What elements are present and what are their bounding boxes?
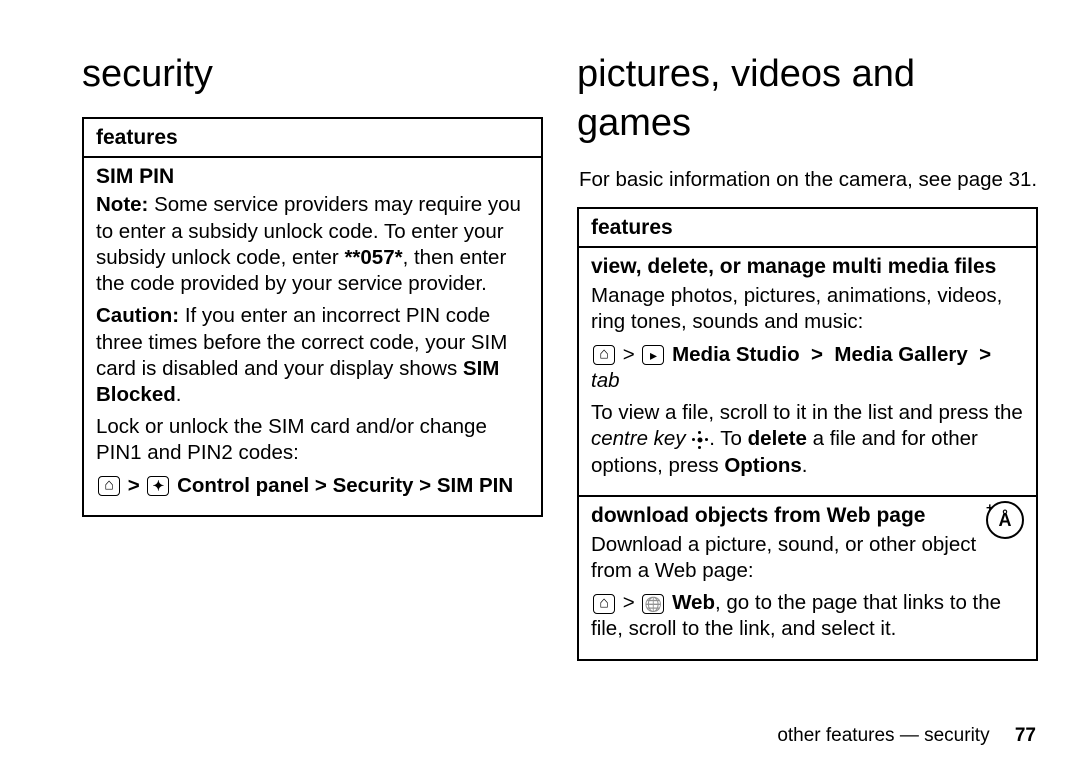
path-tab: tab: [591, 369, 620, 392]
globe-icon: [642, 594, 664, 614]
tools-icon: [147, 476, 169, 496]
body2-d: .: [802, 454, 808, 477]
sim-pin-lock-text: Lock or unlock the SIM card and/or chang…: [96, 414, 529, 466]
home-icon: [593, 345, 615, 365]
view-delete-section: view, delete, or manage multi media file…: [579, 248, 1036, 495]
body2-a: To view a file, scroll to it in the list…: [591, 401, 1023, 424]
play-icon: [642, 345, 664, 365]
path-control-panel: Control panel: [177, 474, 309, 497]
antenna-icon: +: [986, 501, 1024, 539]
note-code: **057*: [344, 246, 402, 269]
features-header-left: features: [84, 119, 541, 158]
path-media-gallery: Media Gallery: [834, 343, 967, 366]
left-column: security features SIM PIN Note: Some ser…: [82, 50, 543, 748]
page-number: 77: [1015, 725, 1036, 746]
sim-pin-caution: Caution: If you enter an incorrect PIN c…: [96, 303, 529, 408]
caution-label: Caution:: [96, 304, 179, 327]
delete-bold: delete: [748, 427, 807, 450]
path-security: Security: [333, 474, 414, 497]
centre-key-icon: [691, 433, 709, 447]
body2-b: . To: [709, 427, 747, 450]
media-features-box: features view, delete, or manage multi m…: [577, 207, 1038, 660]
path-media-studio: Media Studio: [672, 343, 800, 366]
sim-pin-section: SIM PIN Note: Some service providers may…: [84, 158, 541, 515]
media-intro: For basic information on the camera, see…: [579, 167, 1038, 193]
footer-text: other features — security: [777, 725, 989, 746]
view-delete-body1: Manage photos, pictures, animations, vid…: [591, 283, 1024, 335]
sim-pin-path: > Control panel > Security > SIM PIN: [96, 473, 529, 499]
manual-page: security features SIM PIN Note: Some ser…: [0, 0, 1080, 766]
note-label: Note:: [96, 193, 148, 216]
options-bold: Options: [724, 454, 801, 477]
media-heading: pictures, videos and games: [577, 50, 1038, 147]
path-sim-pin: SIM PIN: [437, 474, 513, 497]
caution-text-b: .: [176, 383, 182, 406]
right-column: pictures, videos and games For basic inf…: [577, 50, 1038, 748]
sim-pin-title: SIM PIN: [96, 164, 529, 191]
home-icon: [593, 594, 615, 614]
download-title-text: download objects from Web page: [591, 504, 925, 527]
sim-pin-note: Note: Some service providers may require…: [96, 192, 529, 297]
view-delete-path: > Media Studio > Media Gallery > tab: [591, 342, 1024, 394]
download-body1: Download a picture, sound, or other obje…: [591, 532, 1024, 584]
download-title: + download objects from Web page: [591, 503, 1024, 530]
security-features-box: features SIM PIN Note: Some service prov…: [82, 117, 543, 517]
security-heading: security: [82, 50, 543, 99]
download-section: + download objects from Web page Downloa…: [579, 495, 1036, 659]
view-delete-body2: To view a file, scroll to it in the list…: [591, 400, 1024, 479]
home-icon: [98, 476, 120, 496]
view-delete-title: view, delete, or manage multi media file…: [591, 254, 1024, 281]
features-header-right: features: [579, 209, 1036, 248]
path-web: Web: [672, 591, 715, 614]
download-path: > Web, go to the page that links to the …: [591, 590, 1024, 642]
centre-key-label: centre key: [591, 427, 686, 450]
page-footer: other features — security 77: [577, 716, 1038, 748]
